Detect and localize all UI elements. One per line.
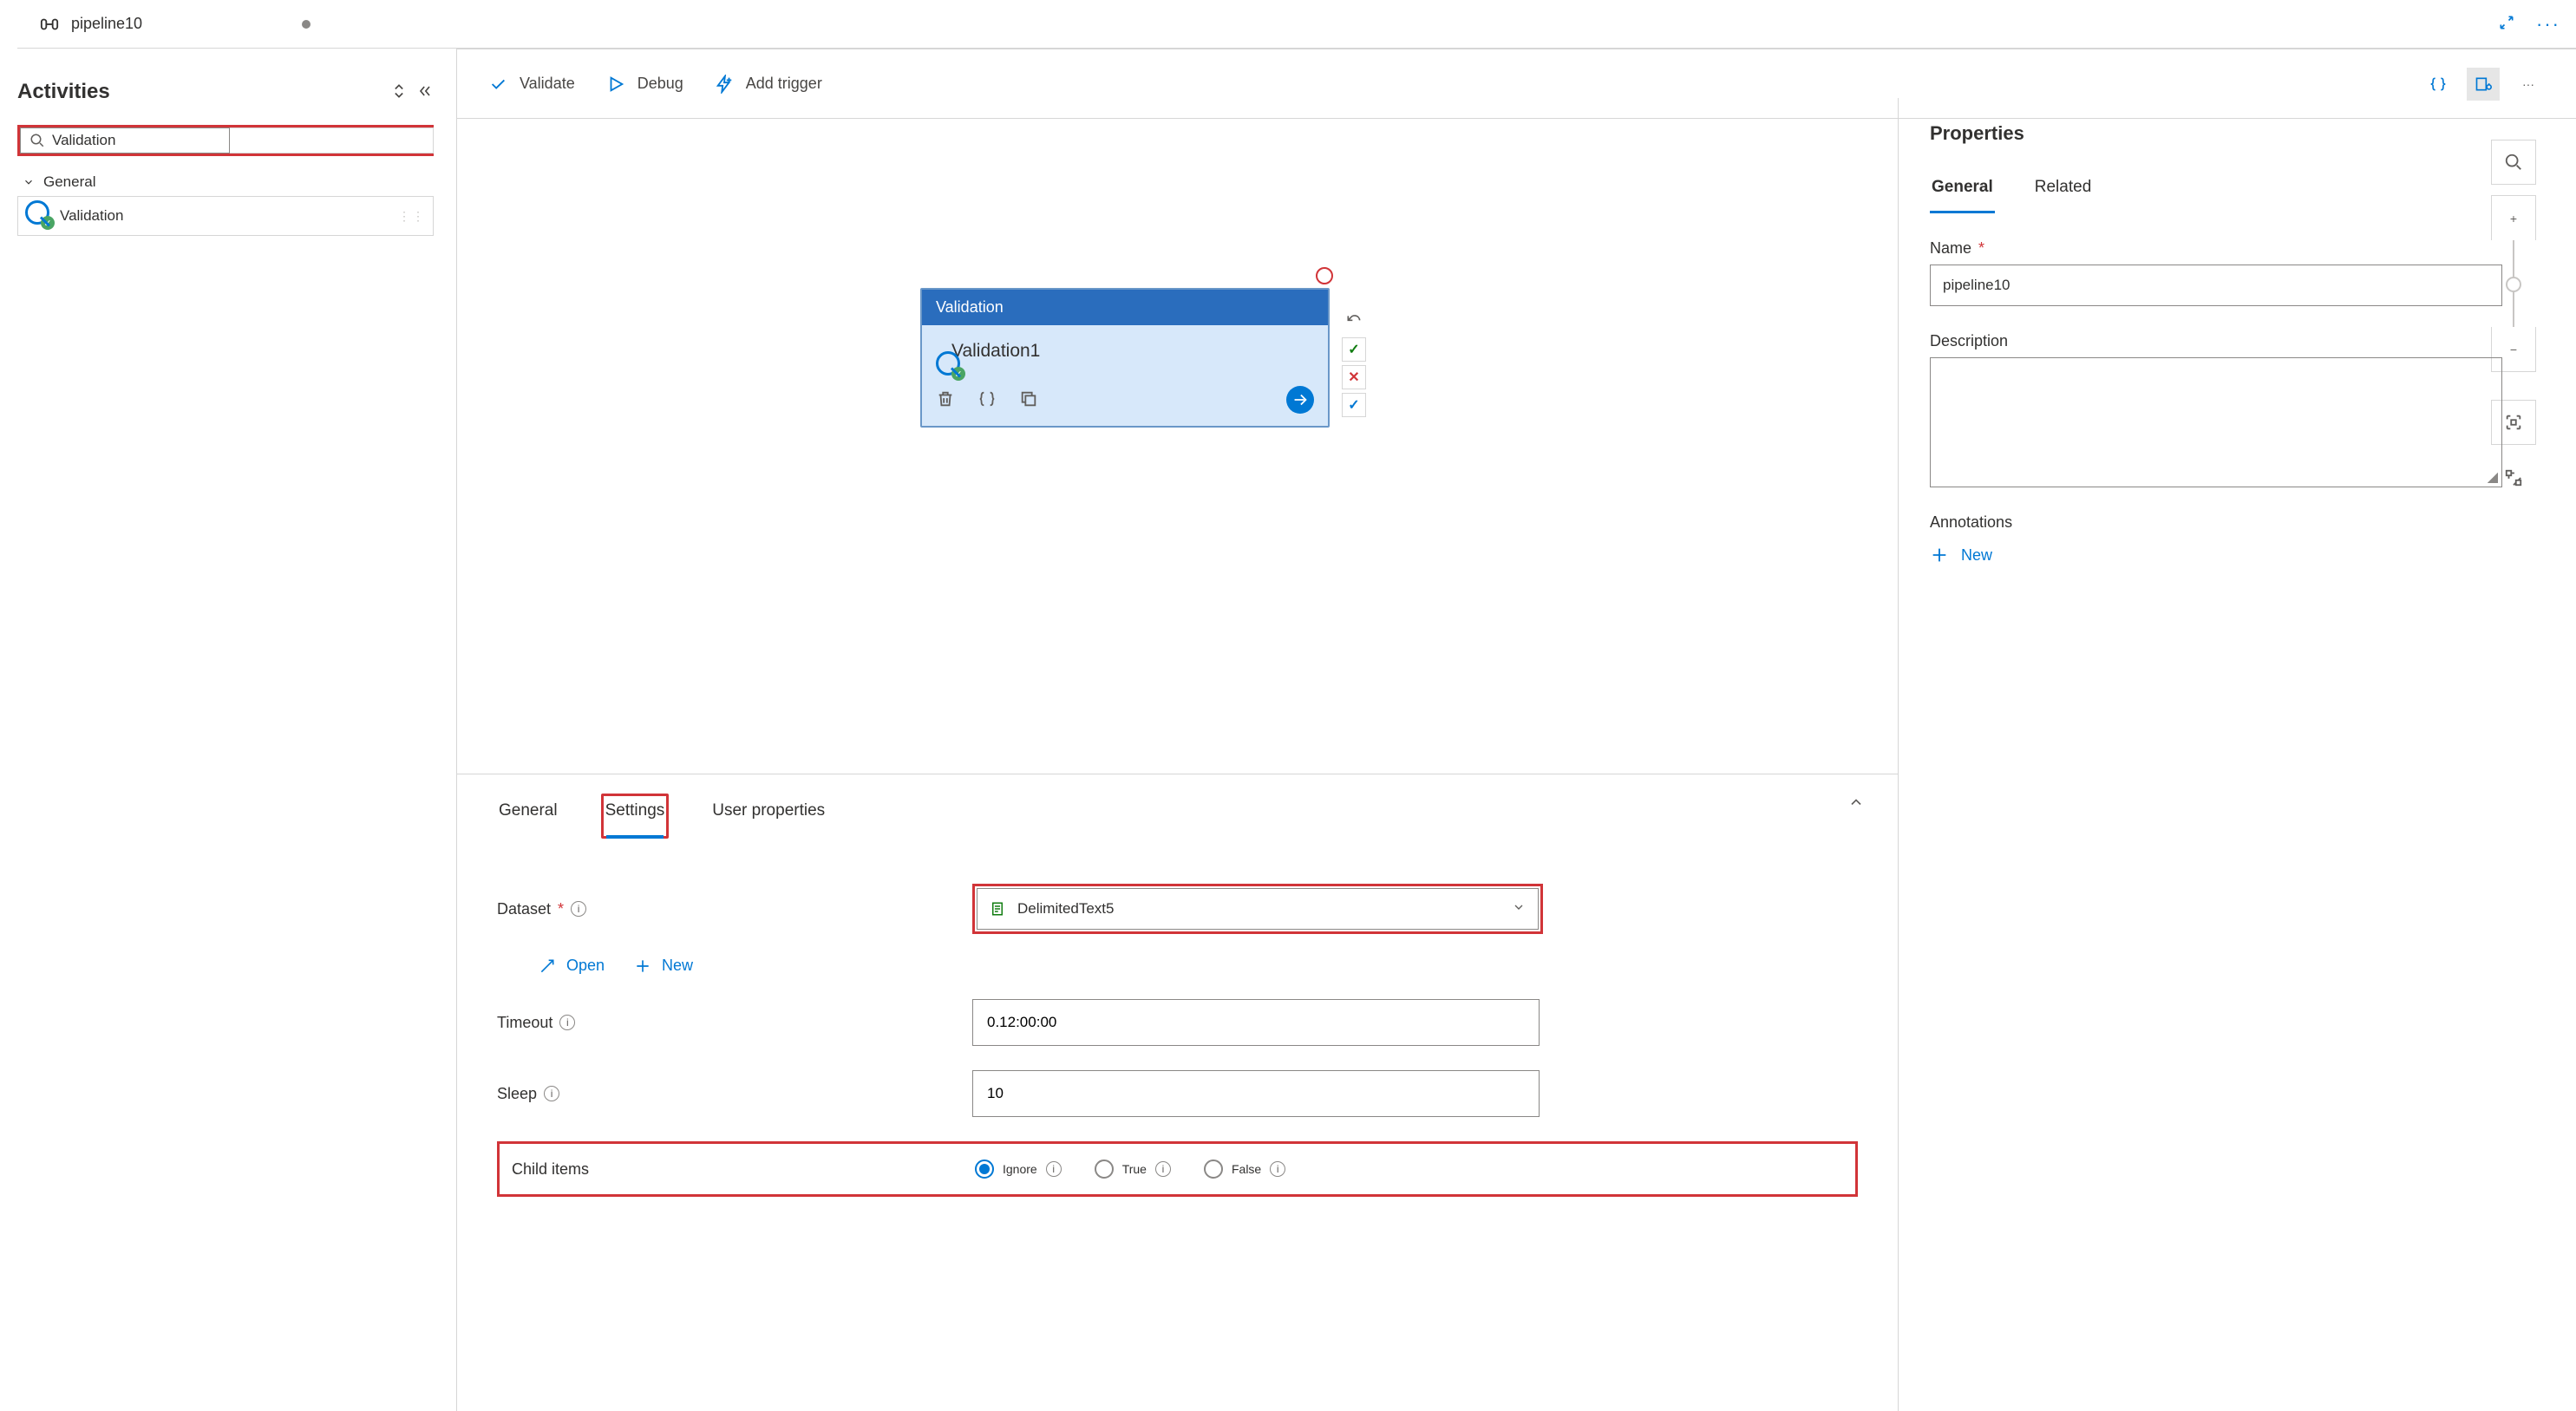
collapse-panel-icon[interactable] <box>416 82 434 102</box>
properties-toggle-icon[interactable] <box>2467 68 2500 101</box>
info-icon[interactable]: i <box>1046 1161 1062 1177</box>
tab-general[interactable]: General <box>497 796 559 836</box>
expand-arrow-icon[interactable] <box>1286 386 1314 414</box>
dataset-select-highlight: DelimitedText5 <box>972 884 1543 934</box>
drag-grip-icon: ⋮⋮ <box>398 209 426 224</box>
info-icon[interactable]: i <box>1155 1161 1171 1177</box>
child-items-label: Child items <box>512 1160 975 1179</box>
description-label: Description <box>1930 332 2545 350</box>
code-view-icon[interactable] <box>2422 68 2455 101</box>
tab-title: pipeline10 <box>71 15 142 33</box>
check-icon <box>488 75 507 94</box>
timeout-label: Timeout i <box>497 1014 972 1032</box>
radio-false[interactable]: False i <box>1204 1160 1285 1179</box>
tab-settings[interactable]: Settings <box>601 794 670 839</box>
annotations-label: Annotations <box>1930 513 2545 532</box>
add-trigger-button[interactable]: Add trigger <box>715 75 822 94</box>
activities-search-highlight: Validation <box>17 125 434 156</box>
pipeline-tab[interactable]: pipeline10 <box>33 10 317 39</box>
name-input[interactable]: pipeline10 <box>1930 265 2502 306</box>
sleep-input[interactable] <box>972 1070 1540 1117</box>
dataset-label: Dataset * i <box>497 900 972 918</box>
validation-node[interactable]: Validation ✓ Validation1 <box>920 288 1330 428</box>
activities-heading: Activities <box>17 80 390 104</box>
pipeline-icon <box>40 15 59 34</box>
activities-search-input[interactable]: Validation <box>20 127 230 154</box>
radio-ignore[interactable]: Ignore i <box>975 1160 1062 1179</box>
tab-user-properties[interactable]: User properties <box>710 796 827 836</box>
info-icon[interactable]: i <box>559 1015 575 1030</box>
document-tabbar: pipeline10 ··· <box>17 0 2576 49</box>
prop-tab-general[interactable]: General <box>1930 169 1995 213</box>
error-indicator-icon <box>1316 267 1333 284</box>
collapse-panel-icon[interactable] <box>1847 794 1865 816</box>
chevron-down-icon <box>23 176 35 188</box>
trigger-icon <box>715 75 734 94</box>
expand-all-icon[interactable] <box>390 82 408 102</box>
fail-status-icon[interactable]: ✕ <box>1342 365 1366 389</box>
activity-validation[interactable]: ✓ Validation ⋮⋮ <box>17 196 434 236</box>
radio-true[interactable]: True i <box>1095 1160 1171 1179</box>
search-icon <box>29 133 45 148</box>
unsaved-dot-icon <box>302 20 311 29</box>
info-icon[interactable]: i <box>544 1086 559 1101</box>
validate-button[interactable]: Validate <box>488 75 575 94</box>
info-icon[interactable]: i <box>1270 1161 1285 1177</box>
play-icon <box>606 75 625 94</box>
complete-status-icon[interactable]: ✓ <box>1342 393 1366 417</box>
dataset-select[interactable]: DelimitedText5 <box>977 888 1539 930</box>
copy-icon[interactable] <box>1019 389 1038 411</box>
more-icon[interactable]: ··· <box>2536 13 2560 36</box>
properties-heading: Properties <box>1930 122 2545 145</box>
name-label: Name * <box>1930 239 2545 258</box>
node-name: Validation1 <box>951 341 1040 362</box>
success-status-icon[interactable]: ✓ <box>1342 337 1366 362</box>
group-label: General <box>43 173 95 191</box>
dataset-icon <box>990 901 1005 917</box>
undo-icon[interactable] <box>1342 310 1366 334</box>
info-icon[interactable]: i <box>571 901 586 917</box>
toolbar-more-icon[interactable]: ··· <box>2512 68 2545 101</box>
open-dataset-button[interactable]: Open <box>539 957 605 975</box>
description-textarea[interactable] <box>1930 357 2502 487</box>
add-annotation-button[interactable]: New <box>1930 545 2545 565</box>
activity-label: Validation <box>60 207 123 225</box>
child-items-highlight: Child items Ignore i True i False i <box>497 1141 1858 1197</box>
prop-tab-related[interactable]: Related <box>2033 169 2094 213</box>
chevron-down-icon <box>1512 900 1526 918</box>
node-type-label: Validation <box>922 290 1328 325</box>
dataset-value: DelimitedText5 <box>1017 900 1115 918</box>
code-icon[interactable] <box>977 389 997 411</box>
validation-icon: ✓ <box>25 204 49 228</box>
sleep-label: Sleep i <box>497 1085 972 1103</box>
expand-icon[interactable] <box>2498 14 2515 34</box>
delete-icon[interactable] <box>936 389 955 411</box>
search-text: Validation <box>52 132 115 149</box>
debug-button[interactable]: Debug <box>606 75 683 94</box>
timeout-input[interactable] <box>972 999 1540 1046</box>
group-general[interactable]: General <box>17 168 434 196</box>
new-dataset-button[interactable]: New <box>634 957 693 975</box>
